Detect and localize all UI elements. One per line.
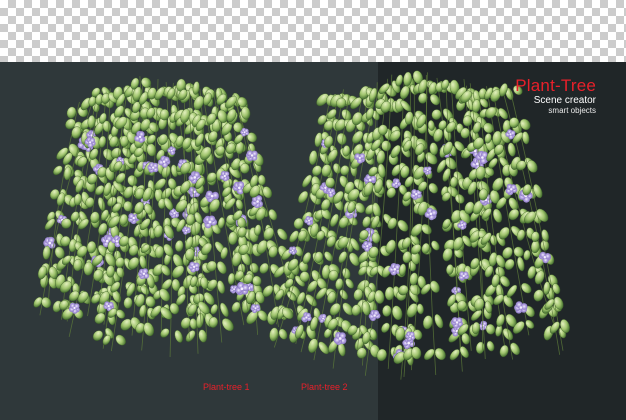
leaf — [220, 302, 229, 318]
leaf — [523, 249, 531, 261]
leaf — [160, 328, 170, 338]
leaf — [210, 304, 218, 315]
plant-1-label: Plant-tree 1 — [203, 382, 250, 392]
leaf — [541, 229, 549, 242]
brand-title: Plant-Tree — [515, 76, 596, 95]
leaf — [97, 197, 106, 211]
brand-subtitle: Scene creator — [533, 95, 596, 106]
leaf — [533, 289, 544, 302]
leaf — [382, 305, 392, 317]
leaf — [174, 330, 183, 343]
leaf — [422, 315, 433, 330]
leaf — [362, 216, 371, 228]
leaf — [53, 165, 63, 176]
leaf — [115, 334, 126, 346]
flower — [138, 268, 150, 280]
leaf — [507, 142, 516, 157]
leaf — [92, 330, 103, 341]
leaf — [492, 208, 503, 223]
leaf — [185, 330, 196, 342]
brand-block: Plant-Tree Scene creator smart objects — [515, 76, 596, 115]
leaf — [192, 81, 200, 95]
plant-1 — [33, 76, 306, 358]
flower — [514, 301, 528, 314]
leaf — [235, 199, 244, 210]
leaf — [277, 228, 288, 241]
leaf — [381, 322, 390, 333]
leaf — [339, 289, 349, 300]
plants-scene — [33, 70, 570, 380]
leaf — [428, 182, 439, 194]
leaf — [434, 314, 444, 329]
leaf — [94, 312, 106, 324]
plant-2-label: Plant-tree 2 — [301, 382, 348, 392]
leaf — [416, 303, 424, 315]
leaf — [216, 261, 227, 274]
leaf — [525, 319, 535, 329]
leaf — [41, 297, 52, 308]
leaf — [431, 109, 442, 120]
plant-2 — [269, 70, 570, 380]
leaf — [496, 314, 505, 327]
leaf — [231, 301, 241, 313]
leaf — [221, 318, 234, 332]
leaf — [257, 174, 266, 186]
leaf — [263, 227, 275, 240]
flower — [368, 309, 381, 322]
leaf — [449, 349, 460, 361]
leaf — [475, 341, 485, 354]
leaf — [174, 240, 184, 252]
brand-tagline: smart objects — [548, 106, 596, 115]
leaf — [486, 340, 495, 352]
leaf — [340, 165, 350, 176]
leaf — [345, 278, 354, 289]
flower — [505, 183, 518, 196]
leaf — [123, 297, 133, 309]
leaf — [278, 328, 288, 340]
leaf — [342, 267, 351, 280]
leaf — [268, 209, 278, 221]
flower — [245, 150, 258, 161]
leaf — [504, 258, 515, 270]
leaf — [429, 280, 440, 293]
leaf — [269, 327, 279, 342]
leaf — [499, 344, 509, 358]
leaf — [259, 262, 269, 274]
